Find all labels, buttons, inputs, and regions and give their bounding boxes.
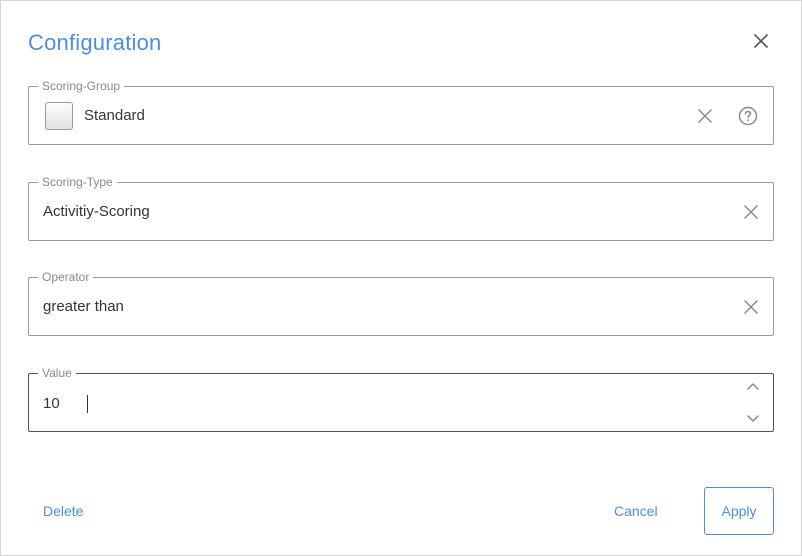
operator-label: Operator (38, 270, 94, 284)
operator-value: greater than (43, 298, 124, 315)
increment-button[interactable] (745, 379, 761, 393)
delete-button[interactable]: Delete (43, 503, 83, 519)
close-icon (754, 34, 768, 48)
text-cursor (87, 395, 88, 413)
scoring-group-field[interactable]: Scoring-Group Standard (28, 79, 774, 145)
cancel-button[interactable]: Cancel (614, 503, 658, 519)
value-input[interactable]: 10 (43, 395, 60, 413)
clear-scoring-group-button[interactable] (695, 106, 715, 126)
chevron-up-icon (747, 383, 759, 390)
scoring-type-field[interactable]: Scoring-Type Activitiy-Scoring (28, 175, 774, 241)
help-icon (738, 106, 758, 126)
scoring-type-value: Activitiy-Scoring (43, 203, 150, 220)
scoring-group-value: Standard (84, 107, 145, 124)
clear-icon (744, 205, 758, 219)
scoring-group-help-button[interactable] (738, 106, 758, 126)
scoring-group-color-swatch[interactable] (45, 102, 73, 130)
value-field[interactable]: Value 10 (28, 366, 774, 432)
scoring-group-label: Scoring-Group (38, 79, 125, 93)
dialog-title: Configuration (28, 30, 162, 55)
clear-icon (744, 300, 758, 314)
configuration-dialog: Configuration Scoring-Group Standard Sco… (0, 0, 802, 556)
close-button[interactable] (749, 29, 773, 53)
value-label: Value (38, 366, 76, 380)
chevron-down-icon (747, 415, 759, 422)
clear-icon (698, 109, 712, 123)
apply-button[interactable]: Apply (704, 487, 774, 535)
scoring-type-label: Scoring-Type (38, 175, 117, 189)
clear-scoring-type-button[interactable] (741, 202, 761, 222)
clear-operator-button[interactable] (741, 297, 761, 317)
decrement-button[interactable] (745, 412, 761, 426)
operator-field[interactable]: Operator greater than (28, 270, 774, 336)
